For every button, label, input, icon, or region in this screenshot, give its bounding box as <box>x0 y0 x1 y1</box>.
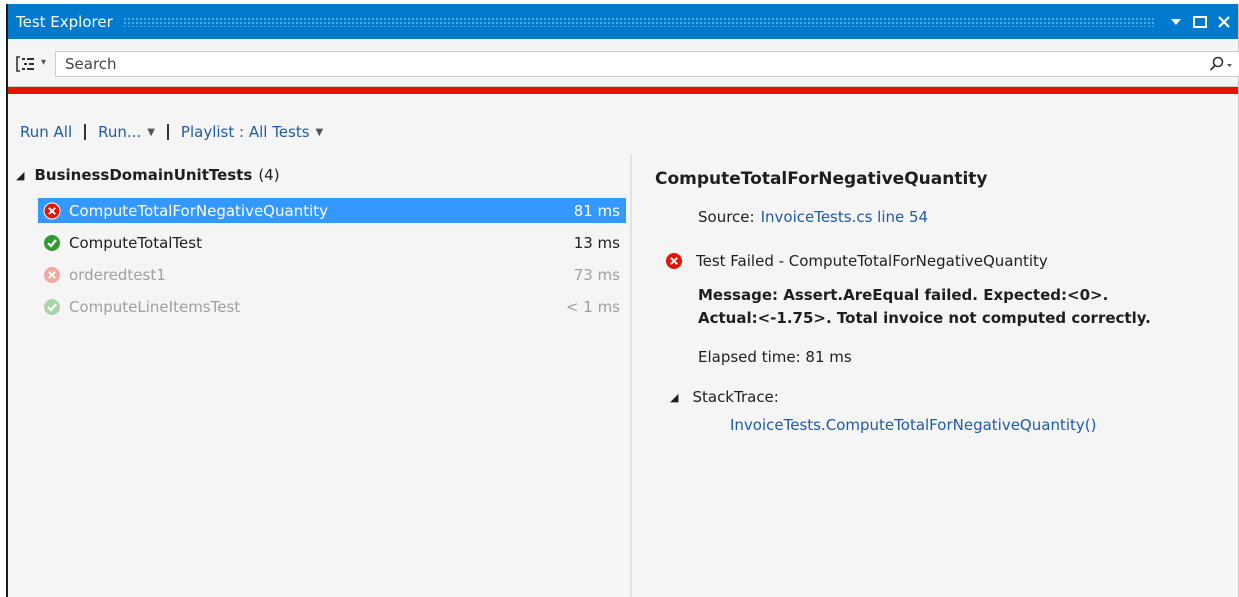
group-name: BusinessDomainUnitTests <box>34 166 253 184</box>
expanded-triangle-icon[interactable]: ◢ <box>16 169 24 182</box>
test-name: ComputeTotalTest <box>69 233 202 252</box>
stacktrace-label: StackTrace: <box>692 388 779 406</box>
source-label: Source: <box>698 208 755 226</box>
search-icon[interactable] <box>1202 52 1239 76</box>
playlist-link[interactable]: Playlist : All Tests <box>181 123 310 141</box>
stacktrace-header[interactable]: ◢ StackTrace: <box>670 388 779 406</box>
test-row[interactable]: ComputeTotalTest 13 ms <box>38 230 626 255</box>
stacktrace-link[interactable]: InvoiceTests.ComputeTotalForNegativeQuan… <box>730 416 1096 434</box>
group-count: (4) <box>258 166 280 184</box>
title-grip[interactable] <box>122 16 1154 27</box>
run-status-bar <box>8 87 1238 94</box>
expanded-triangle-icon[interactable]: ◢ <box>670 391 678 404</box>
elapsed-time: Elapsed time: 81 ms <box>698 348 852 366</box>
test-group-header[interactable]: ◢ BusinessDomainUnitTests (4) <box>16 164 280 186</box>
search-input[interactable] <box>56 52 1202 76</box>
test-duration: 13 ms <box>573 233 620 252</box>
search-box <box>55 51 1239 77</box>
test-row[interactable]: ComputeLineItemsTest < 1 ms <box>38 294 626 319</box>
failed-icon <box>665 252 683 270</box>
detail-title: ComputeTotalForNegativeQuantity <box>655 169 988 189</box>
dropdown-triangle-icon[interactable] <box>1166 12 1186 32</box>
test-name: ComputeTotalForNegativeQuantity <box>69 201 329 220</box>
command-separator <box>166 124 169 140</box>
close-icon[interactable] <box>1214 12 1234 32</box>
command-separator <box>84 124 87 140</box>
passed-icon <box>43 234 61 252</box>
chevron-down-icon[interactable]: ▾ <box>41 57 46 68</box>
source-row: Source: InvoiceTests.cs line 54 <box>698 208 928 226</box>
failed-icon <box>43 266 61 284</box>
result-row: Test Failed - ComputeTotalForNegativeQua… <box>665 252 1048 270</box>
test-name: orderedtest1 <box>69 265 166 284</box>
test-duration: < 1 ms <box>565 297 620 316</box>
message-line: Message: Assert.AreEqual failed. Expecte… <box>698 286 1109 304</box>
error-message: Message: Assert.AreEqual failed. Expecte… <box>698 284 1151 330</box>
group-by-icon[interactable] <box>16 55 36 73</box>
window-title: Test Explorer <box>16 12 113 31</box>
failed-icon <box>43 202 61 220</box>
source-link[interactable]: InvoiceTests.cs line 54 <box>761 208 929 226</box>
test-name: ComputeLineItemsTest <box>69 297 241 316</box>
run-all-link[interactable]: Run All <box>20 123 72 141</box>
result-text: Test Failed - ComputeTotalForNegativeQua… <box>696 252 1048 270</box>
test-explorer-window: Test Explorer ▾ Search Run All Run... ▼ … <box>6 4 1239 597</box>
restore-icon[interactable] <box>1190 12 1210 32</box>
passed-icon <box>43 298 61 316</box>
test-row[interactable]: orderedtest1 73 ms <box>38 262 626 287</box>
test-list-pane: ◢ BusinessDomainUnitTests (4) ComputeTot… <box>8 154 630 597</box>
test-detail-pane: ComputeTotalForNegativeQuantity Source: I… <box>632 154 1239 597</box>
title-bar: Test Explorer <box>8 4 1238 39</box>
chevron-down-icon[interactable]: ▼ <box>147 127 155 138</box>
message-line: Actual:<-1.75>. Total invoice not comput… <box>698 309 1151 327</box>
toolbar: ▾ <box>8 39 1239 87</box>
run-link[interactable]: Run... <box>98 123 141 141</box>
test-duration: 81 ms <box>573 201 620 220</box>
command-bar: Run All Run... ▼ Playlist : All Tests ▼ <box>20 120 323 144</box>
chevron-down-icon[interactable]: ▼ <box>316 127 324 138</box>
test-duration: 73 ms <box>573 265 620 284</box>
test-row[interactable]: ComputeTotalForNegativeQuantity 81 ms <box>38 198 626 223</box>
